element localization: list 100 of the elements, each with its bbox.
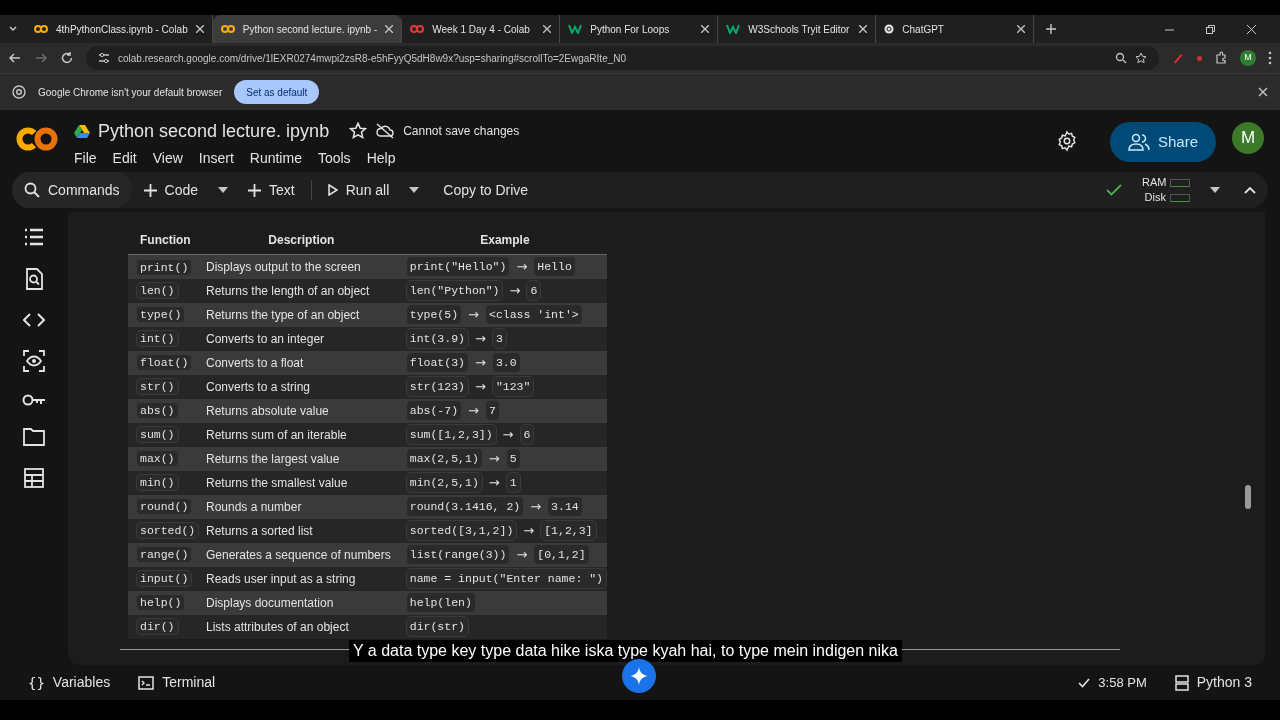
close-icon[interactable] xyxy=(1258,87,1268,97)
close-tab-icon[interactable] xyxy=(701,25,710,33)
function-code: range() xyxy=(136,546,193,564)
close-tab-icon[interactable] xyxy=(385,25,394,33)
arrow-text: → xyxy=(468,404,479,417)
close-tab-icon[interactable] xyxy=(859,25,868,33)
url-text: colab.research.google.com/drive/1lEXR0274mwpi2zsR8-e5hFyyQ5dH8w9x?usp=sharing#scrollTo=2EwgaRIte_N0 xyxy=(118,51,628,66)
function-code: min() xyxy=(136,474,179,492)
function-code: type() xyxy=(136,306,186,324)
plus-icon xyxy=(143,183,157,197)
drive-icon xyxy=(74,124,90,138)
variables-button[interactable]: {} Variables xyxy=(28,672,111,693)
colab-logo[interactable] xyxy=(16,126,58,152)
example-code: type(5) xyxy=(405,303,463,326)
tab-search-icon[interactable] xyxy=(8,24,18,34)
resources-meter[interactable]: RAM Disk xyxy=(1142,175,1190,205)
zoom-icon[interactable] xyxy=(1115,52,1127,64)
execution-time: 3:58 PM xyxy=(1098,673,1147,692)
menu-item[interactable]: File xyxy=(74,148,97,169)
code-icon[interactable] xyxy=(23,312,45,328)
find-icon[interactable] xyxy=(25,268,43,290)
address-bar[interactable]: colab.research.google.com/drive/1lEXR0274mwpi2zsR8-e5hFyyQ5dH8w9x?usp=sharing#scrollTo=2EwgaRIte_N0 xyxy=(86,46,1159,70)
result-code: 3.0 xyxy=(491,351,521,374)
description-cell: Returns a sorted list xyxy=(200,518,403,543)
result-code: 6 xyxy=(526,279,542,302)
close-icon[interactable] xyxy=(1247,24,1256,34)
terminal-button[interactable]: Terminal xyxy=(138,672,216,693)
set-default-button[interactable]: Set as default xyxy=(234,80,320,104)
result-code: 3.14 xyxy=(547,495,583,518)
sparkle-icon xyxy=(630,667,648,685)
function-code: sum() xyxy=(136,426,179,444)
add-code-button[interactable]: Code xyxy=(135,179,207,201)
infobar-message: Google Chrome isn't your default browser xyxy=(38,85,223,100)
example-code: abs(-7) xyxy=(405,399,463,422)
dropdown-icon[interactable] xyxy=(218,187,229,193)
plus-icon xyxy=(248,183,262,197)
dropdown-icon[interactable] xyxy=(1210,187,1220,193)
extensions-icon[interactable] xyxy=(1214,51,1228,65)
description-cell: Lists attributes of an object xyxy=(200,614,403,639)
result-code: 3 xyxy=(491,327,507,350)
close-tab-icon[interactable] xyxy=(1017,25,1026,33)
more-icon[interactable] xyxy=(1268,51,1272,65)
description-cell: Returns sum of an iterable xyxy=(200,422,403,447)
function-code: float() xyxy=(136,354,193,372)
close-tab-icon[interactable] xyxy=(543,25,552,33)
description-cell: Returns the largest value xyxy=(200,446,403,471)
browser-tab[interactable]: Python second lecture. ipynb - xyxy=(212,15,403,43)
restore-icon[interactable] xyxy=(1206,24,1215,34)
braces-icon: {} xyxy=(28,675,45,690)
run-all-button[interactable]: Run all xyxy=(319,179,398,201)
variables-icon[interactable] xyxy=(23,350,45,372)
function-code: dir() xyxy=(136,618,179,636)
menu-item[interactable]: Runtime xyxy=(249,148,302,169)
site-info-icon[interactable] xyxy=(98,52,110,64)
menu-item[interactable]: Edit xyxy=(112,148,137,169)
dropdown-icon[interactable] xyxy=(409,187,420,193)
function-code: sorted() xyxy=(136,522,200,540)
scrollbar-thumb[interactable] xyxy=(1245,485,1251,509)
user-avatar[interactable]: M xyxy=(1232,122,1264,154)
table-icon[interactable] xyxy=(24,468,44,488)
forward-icon[interactable] xyxy=(34,51,48,65)
pen-icon[interactable] xyxy=(1171,51,1185,65)
gemini-button[interactable] xyxy=(622,659,656,693)
notebook-title[interactable]: Python second lecture. ipynb xyxy=(98,117,330,145)
description-cell: Returns the smallest value xyxy=(200,470,403,495)
description-cell: Returns absolute value xyxy=(200,398,403,423)
arrow-text: → xyxy=(488,476,500,489)
description-cell: Rounds a number xyxy=(200,494,403,519)
kernel-button[interactable]: Python 3 xyxy=(1174,672,1252,693)
menu-item[interactable]: Tools xyxy=(317,148,351,169)
example-code: len("Python") xyxy=(405,279,504,302)
folder-icon[interactable] xyxy=(23,428,45,446)
play-icon xyxy=(327,184,338,196)
menu-item[interactable]: View xyxy=(152,148,183,169)
menu-item[interactable]: Help xyxy=(366,148,396,169)
toc-icon[interactable] xyxy=(24,228,44,246)
collapse-icon[interactable] xyxy=(1244,186,1256,194)
key-icon[interactable] xyxy=(22,394,46,406)
example-code: sorted([3,1,2]) xyxy=(405,519,518,542)
arrow-text: → xyxy=(488,452,500,465)
arrow-text: → xyxy=(475,380,486,393)
commands-button[interactable]: Commands xyxy=(12,172,132,208)
settings-icon[interactable] xyxy=(1056,130,1078,152)
menu-item[interactable]: Insert xyxy=(198,148,234,169)
add-text-button[interactable]: Text xyxy=(240,179,303,201)
new-tab-icon[interactable] xyxy=(1046,24,1057,34)
function-code: str() xyxy=(136,378,179,396)
copy-to-drive-button[interactable]: Copy to Drive xyxy=(431,179,541,201)
example-code: help(len) xyxy=(405,591,476,614)
w-icon xyxy=(568,24,583,34)
back-icon[interactable] xyxy=(8,51,22,65)
star-icon[interactable] xyxy=(1135,52,1147,64)
function-code: len() xyxy=(136,282,179,300)
result-code: 7 xyxy=(485,399,500,422)
close-tab-icon[interactable] xyxy=(195,25,204,33)
profile-avatar[interactable]: M xyxy=(1240,50,1256,66)
example-code: int(3.9) xyxy=(405,327,469,350)
reload-icon[interactable] xyxy=(60,51,74,65)
star-icon[interactable] xyxy=(349,122,368,140)
share-button[interactable]: Share xyxy=(1110,122,1216,162)
